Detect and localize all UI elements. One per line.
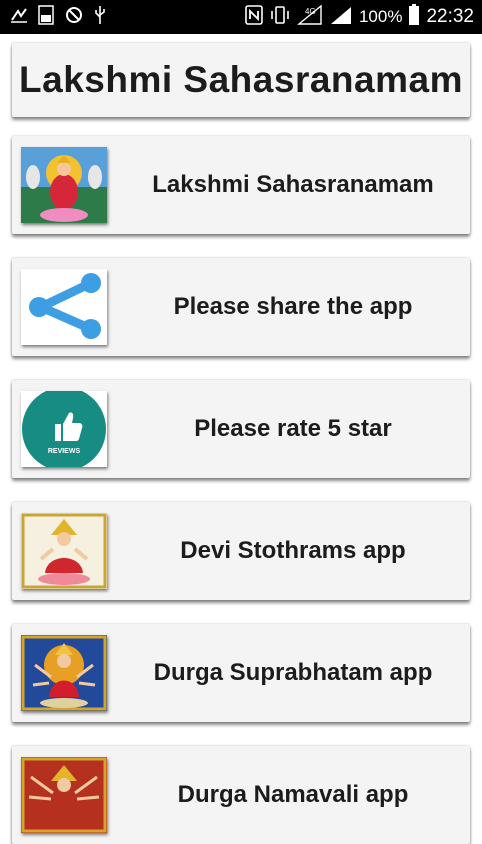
- menu-item-label: Please rate 5 star: [194, 415, 392, 442]
- battery-icon: [408, 3, 420, 31]
- menu-item-label: Please share the app: [173, 293, 413, 320]
- menu-item-lakshmi-sahasranamam[interactable]: Lakshmi Sahasranamam: [12, 136, 470, 234]
- menu-item-durga-suprabhatam-app[interactable]: Durga Suprabhatam app: [12, 624, 470, 722]
- vibrate-icon: [269, 5, 291, 30]
- battery-percent: 100%: [358, 7, 403, 26]
- menu-item-devi-stothrams-app[interactable]: Devi Stothrams app: [12, 502, 470, 600]
- svg-text:REVIEWS: REVIEWS: [48, 448, 81, 455]
- usb-icon: [94, 5, 106, 30]
- signal-bars-icon: [329, 5, 353, 30]
- menu-item-label: Lakshmi Sahasranamam: [152, 171, 434, 198]
- lakshmi-image-icon: [21, 147, 107, 223]
- devi-image-icon: [21, 513, 107, 589]
- menu-item-share-app[interactable]: Please share the app: [12, 258, 470, 356]
- menu-item-label: Durga Namavali app: [177, 781, 409, 808]
- no-sim-icon: [64, 5, 84, 30]
- menu-item-label: Devi Stothrams app: [180, 537, 406, 564]
- signal-4g-icon: 4G: [297, 4, 323, 31]
- clock: 22:32: [426, 6, 474, 27]
- nfc-icon: [245, 4, 263, 30]
- menu-item-durga-namavali-app[interactable]: Durga Namavali app: [12, 746, 470, 844]
- status-bar: 4G 100% 22:32: [0, 0, 482, 34]
- durga-namavali-image-icon: [21, 757, 107, 833]
- share-icon: [21, 269, 107, 345]
- page-title: Lakshmi Sahasranamam: [19, 59, 463, 100]
- durga-image-icon: [21, 635, 107, 711]
- notification-arrow-icon: [10, 7, 28, 28]
- page-title-card: Lakshmi Sahasranamam: [12, 43, 470, 117]
- menu-item-rate-app[interactable]: REVIEWS Please rate 5 star: [12, 380, 470, 478]
- svg-text:4G: 4G: [305, 7, 316, 16]
- storage-100-icon: [38, 4, 54, 30]
- thumbs-up-reviews-icon: REVIEWS: [21, 391, 107, 467]
- menu-item-label: Durga Suprabhatam app: [153, 659, 433, 686]
